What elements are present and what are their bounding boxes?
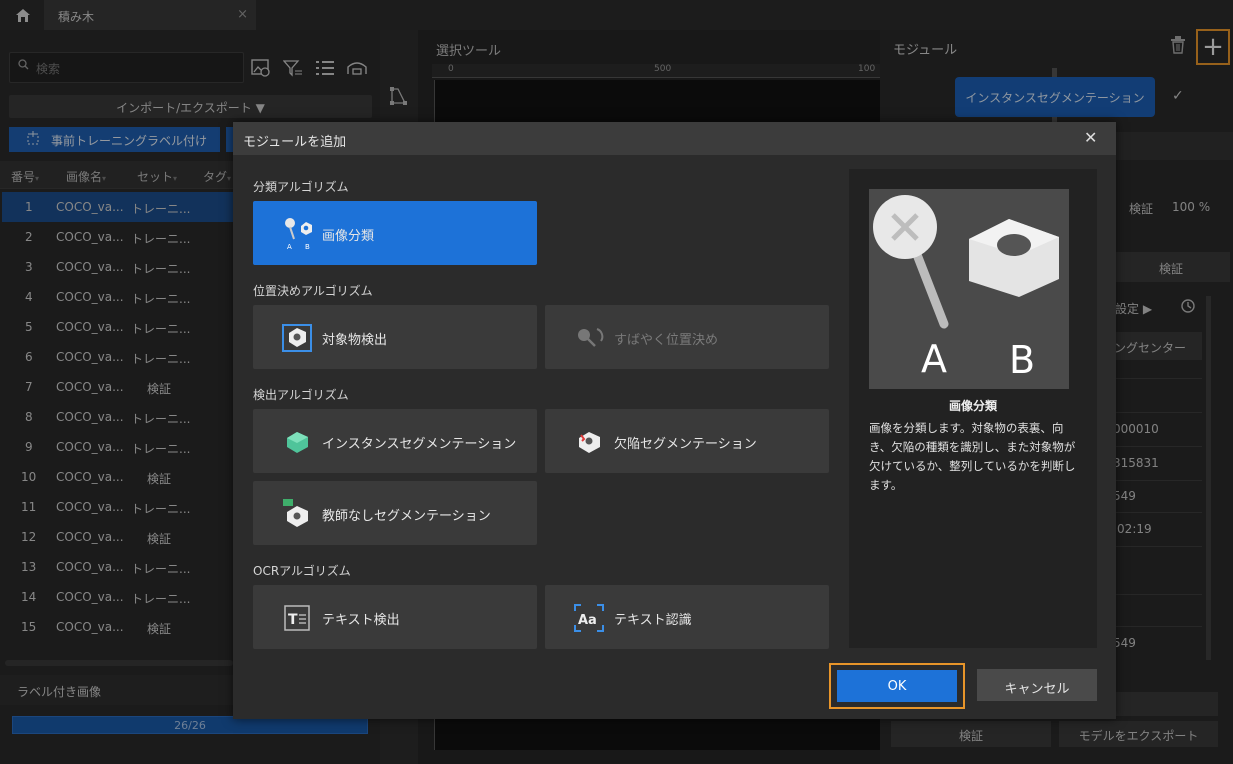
svg-text:A: A: [287, 243, 292, 251]
card-text-detection[interactable]: T テキスト検出: [253, 585, 537, 649]
preview-title: 画像分類: [948, 399, 997, 413]
section-detection: 検出アルゴリズム: [253, 388, 349, 402]
card-label: 欠陥セグメンテーション: [614, 437, 757, 452]
fast-positioning-icon: [578, 328, 604, 347]
add-module-dialog: モジュールを追加 ✕ 分類アルゴリズム A B 画像分類 位置決めアルゴリズム …: [233, 122, 1116, 719]
preview-description: 画像を分類します。対象物の表裏、向き、欠陥の種類を識別し、また対象物が欠けている…: [869, 421, 1076, 492]
close-icon[interactable]: ✕: [1084, 128, 1097, 147]
image-classification-icon: A B: [285, 218, 312, 251]
card-label: 画像分類: [322, 229, 375, 244]
cancel-button[interactable]: キャンセル: [977, 669, 1097, 701]
section-positioning: 位置決めアルゴリズム: [253, 284, 373, 298]
card-label: すばやく位置決め: [614, 333, 719, 348]
card-defect-segmentation[interactable]: 欠陥セグメンテーション: [545, 409, 829, 473]
card-label: 対象物検出: [322, 333, 388, 348]
instance-segmentation-icon: [287, 432, 308, 453]
text-recognition-icon: Aa: [574, 604, 604, 632]
card-label: インスタンスセグメンテーション: [322, 437, 517, 452]
preview-label-b: B: [1009, 338, 1035, 382]
image-classification-preview-image: A B: [869, 189, 1069, 389]
card-label: 教師なしセグメンテーション: [322, 509, 491, 524]
object-detection-icon: [282, 324, 312, 352]
text-detection-icon: T: [284, 605, 310, 631]
section-ocr: OCRアルゴリズム: [253, 564, 351, 578]
dialog-title: モジュールを追加: [243, 135, 347, 150]
section-classification: 分類アルゴリズム: [253, 180, 349, 194]
svg-text:B: B: [305, 243, 310, 251]
card-image-classification[interactable]: A B 画像分類: [253, 201, 537, 265]
card-fast-positioning: すばやく位置決め: [545, 305, 829, 369]
unsupervised-segmentation-icon: [283, 499, 308, 527]
svg-text:Aa: Aa: [578, 613, 597, 628]
ok-button[interactable]: OK: [837, 670, 957, 702]
card-object-detection[interactable]: 対象物検出: [253, 305, 537, 369]
dialog-title-bar: [233, 122, 1116, 155]
card-label: テキスト検出: [322, 613, 400, 628]
defect-segmentation-icon: [579, 432, 600, 453]
card-label: テキスト認識: [614, 613, 692, 628]
card-unsupervised-segmentation[interactable]: 教師なしセグメンテーション: [253, 481, 537, 545]
card-instance-segmentation[interactable]: インスタンスセグメンテーション: [253, 409, 537, 473]
preview-label-a: A: [921, 337, 947, 381]
card-text-recognition[interactable]: Aa テキスト認識: [545, 585, 829, 649]
svg-text:T: T: [288, 612, 298, 628]
